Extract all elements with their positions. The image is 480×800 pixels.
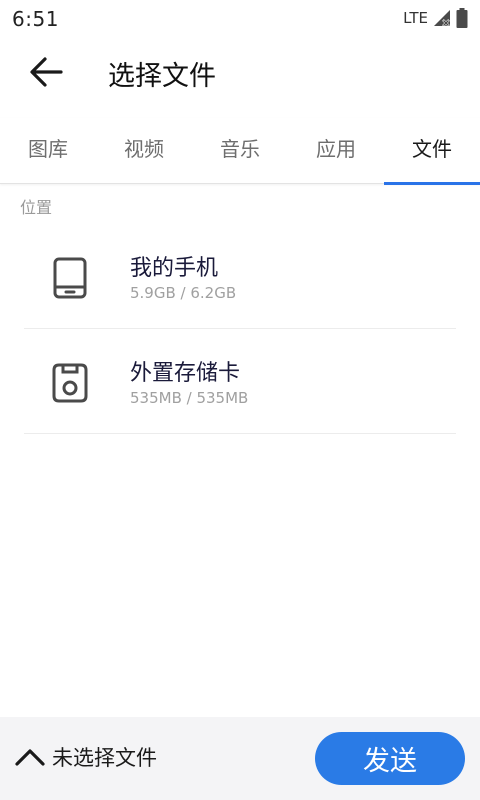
tab-label: 图库 — [28, 136, 68, 161]
location-size: 5.9GB / 6.2GB — [130, 284, 237, 302]
status-time: 6:51 — [12, 7, 59, 31]
chevron-up-icon — [15, 749, 45, 766]
tab-label: 文件 — [412, 136, 452, 161]
tab-bar: 图库 视频 音乐 应用 文件 — [0, 118, 480, 185]
sd-card-icon — [52, 363, 88, 403]
status-bar: 6:51 LTE — [0, 0, 480, 36]
page-title: 选择文件 — [108, 61, 216, 92]
phone-icon — [53, 257, 87, 299]
location-size: 535MB / 535MB — [130, 389, 249, 407]
tab-music[interactable]: 音乐 — [192, 118, 288, 184]
location-list: 我的手机 5.9GB / 6.2GB 外置存储卡 535MB / 535MB — [24, 224, 456, 434]
back-button[interactable] — [24, 52, 68, 92]
location-item-phone[interactable]: 我的手机 5.9GB / 6.2GB — [24, 224, 456, 329]
location-name: 我的手机 — [130, 256, 219, 281]
tab-gallery[interactable]: 图库 — [0, 118, 96, 184]
tab-label: 音乐 — [220, 136, 260, 161]
section-label-location: 位置 — [20, 198, 53, 217]
tab-label: 应用 — [316, 136, 356, 161]
battery-icon — [456, 8, 468, 28]
signal-no-data-icon — [434, 10, 450, 27]
tab-apps[interactable]: 应用 — [288, 118, 384, 184]
bottom-bar: 未选择文件 发送 — [0, 717, 480, 800]
tab-label: 视频 — [124, 136, 164, 161]
send-button[interactable]: 发送 — [315, 732, 465, 785]
app-bar: 选择文件 — [0, 36, 480, 108]
network-type: LTE — [403, 9, 428, 27]
location-name: 外置存储卡 — [130, 361, 241, 386]
selection-status-label: 未选择文件 — [52, 746, 157, 770]
location-item-sd-card[interactable]: 外置存储卡 535MB / 535MB — [24, 329, 456, 434]
arrow-left-icon — [30, 57, 63, 87]
selection-toggle[interactable]: 未选择文件 — [14, 735, 157, 779]
status-icons: LTE — [403, 8, 468, 28]
tab-videos[interactable]: 视频 — [96, 118, 192, 184]
tab-files[interactable]: 文件 — [384, 118, 480, 185]
